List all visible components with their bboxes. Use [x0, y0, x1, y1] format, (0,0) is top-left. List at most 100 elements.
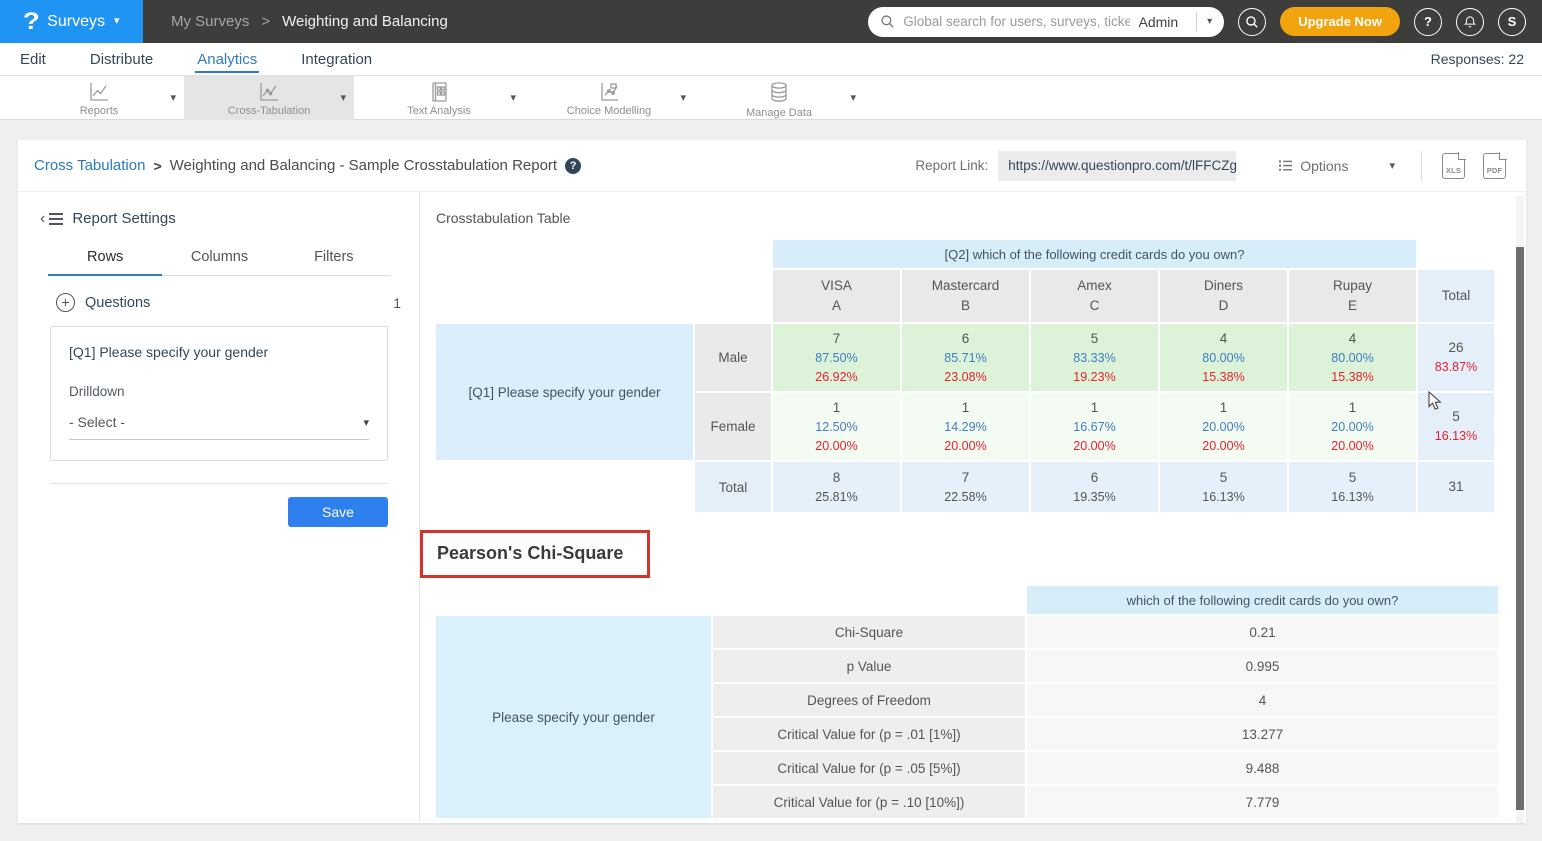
chevron-down-icon[interactable]: ▾ — [850, 91, 856, 104]
save-button[interactable]: Save — [288, 497, 388, 527]
breadcrumb-current: Weighting and Balancing — [282, 13, 448, 30]
breadcrumb-parent[interactable]: My Surveys — [171, 13, 249, 30]
cell-female-visa: 112.50%20.00% — [773, 393, 900, 460]
cell-male-visa: 787.50%26.92% — [773, 324, 900, 391]
analytics-toolbar: Reports ▾ Cross-Tabulation ▾ Text Analys… — [0, 76, 1542, 120]
report-card: Cross Tabulation > Weighting and Balanci… — [18, 140, 1526, 823]
chi-label-degrees-of-freedom: Degrees of Freedom — [713, 684, 1025, 716]
cell-total-mastercard: 722.58% — [902, 462, 1029, 512]
chevron-down-icon[interactable]: ▾ — [340, 91, 346, 104]
notebook-icon — [428, 81, 450, 103]
column-header-amex: AmexC — [1031, 270, 1158, 322]
cell-total-rupay: 516.13% — [1289, 462, 1416, 512]
report-card-header: Cross Tabulation > Weighting and Balanci… — [18, 140, 1526, 192]
chevron-down-icon[interactable]: ▾ — [510, 91, 516, 104]
cell-total-diners: 516.13% — [1160, 462, 1287, 512]
responses-count: Responses: 22 — [1431, 51, 1524, 67]
chevron-down-icon: ▾ — [1389, 159, 1395, 172]
drilldown-label: Drilldown — [69, 384, 369, 399]
crosstab-section-label: Crosstabulation Table — [436, 210, 1526, 226]
tab-integration[interactable]: Integration — [299, 45, 374, 73]
questions-count: 1 — [393, 295, 401, 311]
avatar-initial: S — [1508, 14, 1517, 29]
search-input[interactable] — [903, 14, 1130, 29]
cell-grand-total: 31 — [1418, 462, 1494, 512]
pdf-file-icon: PDF — [1484, 166, 1505, 175]
chi-label-critical-10pct: Critical Value for (p = .10 [10%]) — [713, 786, 1025, 818]
cell-male-diners: 480.00%15.38% — [1160, 324, 1287, 391]
chi-label-p-value: p Value — [713, 650, 1025, 682]
drilldown-select-value: - Select - — [69, 414, 125, 430]
chi-label-critical-5pct: Critical Value for (p = .05 [5%]) — [713, 752, 1025, 784]
question-card: [Q1] Please specify your gender Drilldow… — [50, 326, 388, 461]
chevron-down-icon[interactable]: ▾ — [680, 91, 686, 104]
cell-total-visa: 825.81% — [773, 462, 900, 512]
chi-label-critical-1pct: Critical Value for (p = .01 [1%]) — [713, 718, 1025, 750]
export-pdf-button[interactable]: PDF — [1483, 153, 1506, 179]
xls-file-icon: XLS — [1443, 166, 1464, 175]
breadcrumb: My Surveys > Weighting and Balancing — [171, 13, 448, 30]
divider — [1421, 151, 1422, 181]
tab-filters[interactable]: Filters — [277, 249, 391, 275]
bell-icon — [1463, 15, 1477, 29]
cross-tabulation-breadcrumb-link[interactable]: Cross Tabulation — [34, 157, 145, 174]
cell-male-rupay: 480.00%15.38% — [1289, 324, 1416, 391]
cell-female-total: 516.13% — [1418, 393, 1494, 460]
report-settings-panel: ‹ Report Settings Rows Columns Filters +… — [18, 192, 420, 822]
chi-square-annotation-box: Pearson's Chi-Square — [420, 530, 650, 578]
tab-edit[interactable]: Edit — [18, 45, 48, 73]
drilldown-select[interactable]: - Select - ▾ — [69, 414, 369, 440]
chi-column-header: which of the following credit cards do y… — [1027, 586, 1498, 614]
notifications-button[interactable] — [1456, 8, 1484, 36]
line-chart-icon — [87, 81, 111, 103]
report-link-field[interactable]: https://www.questionpro.com/t/lFFCZg — [998, 151, 1236, 181]
chi-value-chi-square: 0.21 — [1027, 616, 1498, 648]
add-question-button[interactable]: + — [56, 293, 75, 312]
export-xls-button[interactable]: XLS — [1442, 153, 1465, 179]
topbar-actions: Admin ▾ Upgrade Now ? S — [868, 7, 1542, 37]
breadcrumb-separator: > — [153, 158, 161, 174]
report-title: Weighting and Balancing - Sample Crossta… — [170, 157, 557, 174]
toolbar-text-analysis[interactable]: Text Analysis ▾ — [354, 76, 524, 120]
toolbar-reports[interactable]: Reports ▾ — [14, 76, 184, 120]
upgrade-now-button[interactable]: Upgrade Now — [1280, 7, 1400, 36]
tab-analytics[interactable]: Analytics — [195, 45, 259, 73]
plus-icon: + — [61, 295, 69, 309]
product-menu[interactable]: ? Surveys ▾ — [0, 0, 143, 43]
crosstab-row-group-header: [Q1] Please specify your gender — [436, 324, 693, 460]
search-icon — [1245, 15, 1259, 29]
tab-distribute[interactable]: Distribute — [88, 45, 155, 73]
toolbar-manage-data[interactable]: Manage Data ▾ — [694, 76, 864, 120]
options-menu[interactable]: Options ▾ — [1278, 158, 1395, 174]
chevron-left-icon: ‹ — [40, 211, 45, 227]
report-link-label: Report Link: — [915, 158, 988, 173]
report-url[interactable]: https://www.questionpro.com/t/lFFCZg — [1008, 158, 1237, 173]
collapse-panel-button[interactable]: ‹ — [40, 211, 63, 227]
global-search[interactable]: Admin ▾ — [868, 7, 1224, 37]
cell-female-rupay: 120.00%20.00% — [1289, 393, 1416, 460]
chevron-down-icon: ▾ — [114, 16, 120, 27]
row-label-female: Female — [695, 393, 771, 460]
column-header-mastercard: MastercardB — [902, 270, 1029, 322]
report-help-button[interactable]: ? — [565, 158, 581, 174]
cell-male-amex: 583.33%19.23% — [1031, 324, 1158, 391]
questions-row: + Questions 1 — [56, 293, 401, 312]
vertical-scrollbar[interactable] — [1516, 247, 1524, 810]
menu-icon — [49, 213, 63, 225]
tab-columns[interactable]: Columns — [162, 249, 276, 275]
crosstab-table: [Q2] which of the following credit cards… — [436, 240, 1494, 512]
search-button[interactable] — [1238, 8, 1266, 36]
settings-tabs: Rows Columns Filters — [48, 249, 391, 276]
search-scope-dropdown[interactable]: ▾ — [1196, 12, 1214, 31]
chevron-down-icon[interactable]: ▾ — [170, 91, 176, 104]
breadcrumb-separator: > — [261, 13, 270, 30]
toolbar-cross-tabulation[interactable]: Cross-Tabulation ▾ — [184, 76, 354, 120]
chi-square-heading: Pearson's Chi-Square — [437, 543, 623, 563]
user-avatar[interactable]: S — [1498, 8, 1526, 36]
help-icon: ? — [570, 160, 577, 172]
chi-row-header: Please specify your gender — [436, 616, 711, 818]
toolbar-choice-modelling[interactable]: Choice Modelling ▾ — [524, 76, 694, 120]
cell-total-amex: 619.35% — [1031, 462, 1158, 512]
tab-rows[interactable]: Rows — [48, 249, 162, 276]
help-button[interactable]: ? — [1414, 8, 1442, 36]
